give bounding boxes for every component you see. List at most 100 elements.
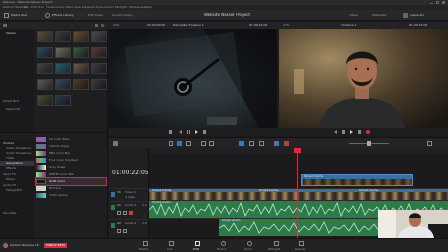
media-clip-thumbnail[interactable] xyxy=(73,79,89,90)
media-clip-thumbnail[interactable] xyxy=(55,31,71,42)
media-clip-thumbnail[interactable] xyxy=(55,63,71,74)
menu-item-timeline[interactable]: Timeline xyxy=(46,6,59,9)
tree-generators[interactable]: Generators xyxy=(6,162,23,165)
thumbnail-view-icon[interactable] xyxy=(95,24,98,27)
menu-item-trim[interactable]: Trim xyxy=(38,6,44,9)
generator-item[interactable]: EBU Color Bar xyxy=(36,150,106,157)
menu-item-mark[interactable]: Mark xyxy=(66,6,73,9)
media-clip-thumbnail[interactable] xyxy=(37,95,53,106)
edit-index-button[interactable]: Edit Index xyxy=(88,14,103,17)
media-clip-thumbnail[interactable] xyxy=(91,47,107,58)
menu-item-clip[interactable]: Clip xyxy=(59,6,65,9)
source-zoom[interactable]: 39% xyxy=(113,24,120,27)
marker-icon[interactable] xyxy=(284,141,289,146)
media-clip-thumbnail[interactable] xyxy=(73,63,89,74)
mute-icon[interactable] xyxy=(117,211,121,215)
metadata-button[interactable]: Metadata xyxy=(372,14,386,17)
audio-meter-icon[interactable] xyxy=(427,141,432,146)
jog-left-icon[interactable] xyxy=(169,130,172,134)
keywords-bin[interactable]: Keywords xyxy=(6,108,20,111)
menu-item-help[interactable]: Help xyxy=(145,6,152,9)
media-clip-thumbnail[interactable] xyxy=(91,63,107,74)
playhead-handle[interactable] xyxy=(294,148,301,153)
sound-library-button[interactable]: Sound Library xyxy=(112,14,133,17)
playhead[interactable] xyxy=(297,148,298,238)
play-reverse-icon[interactable] xyxy=(179,130,182,134)
media-clip-thumbnail[interactable] xyxy=(37,31,53,42)
tree-filters[interactable]: Filters xyxy=(6,178,15,181)
trim-tool-icon[interactable] xyxy=(177,141,182,146)
generator-item[interactable]: 100mV Steps xyxy=(36,143,106,150)
generator-item[interactable]: SMPTE Color Bar xyxy=(36,171,106,178)
track-name[interactable]: Audio 1 xyxy=(125,204,136,207)
tree-audio-transitions[interactable]: Audio Transitions xyxy=(6,152,32,155)
effects-library-icon[interactable] xyxy=(45,13,50,18)
toolbox-item[interactable]: Toolbox xyxy=(3,142,14,145)
program-stop-icon[interactable] xyxy=(342,130,345,134)
media-clip-thumbnail[interactable] xyxy=(55,47,71,58)
overwrite-clip-icon[interactable] xyxy=(209,141,214,146)
tree-titles[interactable]: Titles xyxy=(6,157,14,160)
video-clip-upper[interactable]: Smart Cache xyxy=(301,174,413,186)
mute-icon[interactable] xyxy=(117,229,121,233)
record-icon[interactable] xyxy=(366,130,370,134)
generator-item[interactable]: Grey Scale xyxy=(36,164,106,171)
linked-selection-icon[interactable] xyxy=(249,141,254,146)
media-clip-thumbnail[interactable] xyxy=(55,95,71,106)
zoom-slider-handle[interactable] xyxy=(367,141,371,146)
menu-item-fairlight[interactable]: Fairlight xyxy=(115,6,127,9)
media-clip-thumbnail[interactable] xyxy=(37,47,53,58)
program-prev-icon[interactable] xyxy=(334,130,337,134)
page-tab-fusion[interactable]: Fusion xyxy=(215,240,231,252)
program-next-icon[interactable] xyxy=(358,130,361,134)
stop-icon[interactable] xyxy=(187,130,190,134)
page-tab-deliver[interactable]: Deliver xyxy=(293,240,309,252)
bin-list-icon[interactable] xyxy=(3,24,7,27)
generator-item[interactable]: Four Color Gradient xyxy=(36,157,106,164)
generator-item-selected[interactable]: Solid Color xyxy=(35,177,107,186)
media-clip-thumbnail[interactable] xyxy=(37,79,53,90)
source-viewer[interactable] xyxy=(109,29,277,128)
media-pool-button[interactable]: Media Pool xyxy=(11,14,27,17)
solo-icon[interactable] xyxy=(123,229,127,233)
media-clip-thumbnail[interactable] xyxy=(73,31,89,42)
media-clip-thumbnail[interactable] xyxy=(55,79,71,90)
menu-item-view[interactable]: View xyxy=(74,6,81,9)
timeline-area[interactable]: Smart Cache Smart Cache Smart Cache Smar… xyxy=(149,148,448,238)
page-tab-cut[interactable]: Cut xyxy=(163,240,179,252)
page-tab-media[interactable]: Media xyxy=(137,240,153,252)
arm-record-icon[interactable] xyxy=(129,211,133,215)
timeline-view-icon[interactable] xyxy=(113,141,118,146)
tree-audio-fx[interactable]: Audio FX xyxy=(3,184,16,187)
close-window-icon[interactable] xyxy=(442,1,445,4)
track-header-a1[interactable]: A1 Audio 1 2.0 xyxy=(109,201,149,218)
solo-icon[interactable] xyxy=(123,211,127,215)
program-play-icon[interactable] xyxy=(350,130,353,134)
menu-item-workspace[interactable]: Workspace xyxy=(129,6,145,9)
position-lock-icon[interactable] xyxy=(259,141,264,146)
track-name[interactable]: Video 1 xyxy=(125,191,136,194)
media-clip-thumbnail[interactable] xyxy=(91,31,107,42)
inspector-button[interactable]: Inspector xyxy=(410,14,424,17)
page-tab-edit[interactable]: Edit xyxy=(189,240,205,252)
tree-effects[interactable]: Effects xyxy=(6,167,16,170)
menu-item-edit[interactable]: Edit xyxy=(31,6,37,9)
menu-item-fusion[interactable]: Fusion xyxy=(96,6,106,9)
generator-item[interactable]: YCbCr Ramp xyxy=(36,192,106,199)
tree-open-fx[interactable]: Open FX xyxy=(3,173,16,176)
program-zoom[interactable]: 47% xyxy=(283,24,290,27)
page-tab-color[interactable]: Color xyxy=(241,240,257,252)
maximize-window-icon[interactable] xyxy=(436,1,439,4)
track-name[interactable]: Audio 2 xyxy=(125,222,136,225)
jog-right-icon[interactable] xyxy=(203,130,206,134)
generator-item[interactable]: 10 Color Bars xyxy=(36,136,106,143)
flag-icon[interactable] xyxy=(274,141,279,146)
selection-tool-icon[interactable] xyxy=(169,141,173,146)
media-clip-thumbnail[interactable] xyxy=(37,63,53,74)
page-tab-fairlight[interactable]: Fairlight xyxy=(267,240,285,252)
blade-tool-icon[interactable] xyxy=(186,141,191,146)
minimize-window-icon[interactable] xyxy=(430,3,433,4)
tree-fairlight-fx[interactable]: FairlightFX xyxy=(6,189,22,192)
menu-item-color[interactable]: Color xyxy=(106,6,114,9)
insert-clip-icon[interactable] xyxy=(201,141,206,146)
